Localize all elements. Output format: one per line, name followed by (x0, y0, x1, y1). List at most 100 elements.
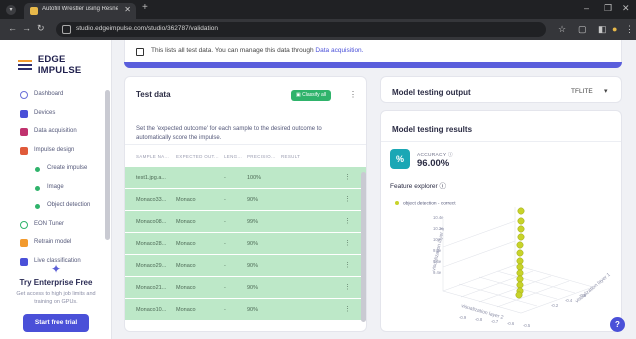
row-menu-icon[interactable]: ⋮ (344, 173, 351, 181)
sidebar-item-eon-tuner[interactable]: EON Tuner (0, 216, 112, 235)
row-menu-icon[interactable]: ⋮ (344, 217, 351, 225)
reload-icon[interactable]: ↻ (37, 23, 45, 34)
dot-icon (35, 185, 40, 191)
close-window-icon[interactable]: ✕ (622, 3, 630, 14)
back-icon[interactable]: ← (8, 23, 17, 33)
cell-precision: 90% (247, 285, 259, 291)
forward-icon[interactable]: → (22, 23, 31, 33)
sidebar-item-object-detection[interactable]: Object detection (0, 197, 112, 216)
sidebar-item-create-impulse[interactable]: Create impulse (0, 160, 112, 179)
enterprise-trial-panel: ✦ Try Enterprise Free Get access to high… (0, 262, 112, 332)
data-acquisition-link[interactable]: Data acquisition. (315, 47, 363, 54)
table-row[interactable]: Monaco29... Monaco - 90% ⋮ (125, 254, 366, 276)
sidebar-item-label: Devices (34, 109, 56, 116)
devices-icon (20, 109, 28, 118)
cell-name: test1.jpg.a... (136, 175, 166, 181)
model-version-select[interactable]: TFLITE (571, 88, 593, 95)
column-header[interactable]: RESULT (281, 154, 300, 159)
extension-icon[interactable]: ▢ (578, 24, 587, 35)
cell-length: - (224, 307, 226, 313)
table-scrollbar[interactable] (361, 172, 366, 322)
sidebar-item-image[interactable]: Image (0, 179, 112, 198)
data-point[interactable] (517, 217, 525, 225)
cell-length: - (224, 285, 226, 291)
sidebar-scrollbar[interactable] (105, 90, 110, 240)
retrain-icon (20, 239, 28, 247)
data-point[interactable] (516, 249, 524, 257)
minimize-icon[interactable]: – (584, 3, 589, 13)
data-point[interactable] (516, 263, 524, 271)
table-row[interactable]: Monaco33... Monaco - 90% ⋮ (125, 188, 366, 210)
table-row[interactable]: Monaco08... Monaco - 99% ⋮ (125, 210, 366, 232)
sidebar-item-data-acquisition[interactable]: Data acquisition (0, 123, 112, 142)
table-row[interactable]: test1.jpg.a... - 100% ⋮ (125, 166, 366, 188)
site-info-icon[interactable] (62, 25, 71, 34)
browser-menu-icon[interactable]: ⋮ (625, 24, 634, 35)
url-field[interactable]: studio.edgeimpulse.com/studio/362787/val… (56, 22, 546, 37)
cell-name: Monaco29... (136, 263, 167, 269)
column-header[interactable]: EXPECTED OUT... (176, 154, 219, 159)
data-point[interactable] (516, 257, 524, 265)
feature-explorer-title: Feature explorer ⓘ (390, 183, 447, 190)
table-row[interactable]: Monaco10... Monaco - 90% ⋮ (125, 298, 366, 320)
restore-icon[interactable]: ❐ (604, 3, 612, 14)
z-tick-label: 10.2e (433, 226, 444, 231)
sidebar-item-label: Image (47, 183, 64, 190)
table-row[interactable]: Monaco21... Monaco - 90% ⋮ (125, 276, 366, 298)
sidebar-item-label: Dashboard (34, 91, 64, 97)
row-menu-icon[interactable]: ⋮ (344, 305, 351, 313)
column-header[interactable]: SAMPLE NA... (136, 154, 169, 159)
test-data-title: Test data (136, 90, 171, 99)
model-testing-results-title: Model testing results (392, 125, 473, 134)
help-icon[interactable]: ? (610, 317, 625, 332)
sidebar-item-label: Impulse design (34, 146, 75, 153)
cell-precision: 99% (247, 219, 259, 225)
accuracy-label: ACCURACY ⓘ (417, 153, 453, 158)
sidebar-item-impulse-design[interactable]: Impulse design (0, 142, 112, 161)
plot-legend[interactable]: object detection - correct (395, 201, 456, 206)
row-menu-icon[interactable]: ⋮ (344, 283, 351, 291)
tab-search-icon[interactable]: ▾ (6, 5, 16, 15)
x-tick-label: -0.9 (459, 315, 467, 320)
sidebar-item-devices[interactable]: Devices (0, 105, 112, 124)
feature-explorer-plot[interactable]: visualization layer 3 visualization laye… (381, 207, 622, 332)
column-header[interactable]: LENG... (224, 154, 242, 159)
test-data-menu-icon[interactable]: ⋮ (349, 90, 357, 99)
edge-impulse-logo[interactable]: EDGE IMPULSE (18, 54, 111, 76)
row-menu-icon[interactable]: ⋮ (344, 239, 351, 247)
y-tick-label: -0.4 (565, 298, 573, 303)
row-menu-icon[interactable]: ⋮ (344, 195, 351, 203)
data-point[interactable] (515, 291, 523, 299)
start-free-trial-button[interactable]: Start free trial (23, 314, 89, 332)
row-menu-icon[interactable]: ⋮ (344, 261, 351, 269)
close-tab-icon[interactable]: ✕ (124, 5, 131, 14)
sidepanel-icon[interactable]: ◧ (598, 24, 607, 35)
x-tick-label: -0.5 (523, 323, 531, 328)
test-data-description: Set the 'expected outcome' for each samp… (136, 126, 322, 141)
brand-name: EDGE IMPULSE (37, 54, 82, 76)
profile-icon[interactable]: ● (612, 24, 617, 34)
sidebar-item-retrain-model[interactable]: Retrain model (0, 234, 112, 253)
column-header[interactable]: PRECISIO... (247, 154, 276, 159)
data-point[interactable] (516, 281, 524, 289)
table-header: SAMPLE NA... EXPECTED OUT... LENG... PRECIS… (125, 144, 366, 166)
cell-precision: 90% (247, 197, 259, 203)
favicon-icon (30, 7, 38, 15)
browser-tab-bar: ▾ Autofill Wrestler using Resnet ✕ + – ❐… (0, 0, 636, 19)
bookmark-star-icon[interactable]: ☆ (558, 24, 566, 35)
data-point[interactable] (516, 241, 524, 249)
percent-icon: % (390, 149, 410, 169)
trial-subtitle: Get access to high job limits and traini… (16, 291, 96, 305)
table-row[interactable]: Monaco28... Monaco - 90% ⋮ (125, 232, 366, 254)
classify-all-button[interactable]: ▣ Classify all (291, 90, 331, 101)
browser-tab[interactable]: Autofill Wrestler using Resnet ✕ (24, 3, 136, 19)
sidebar-item-dashboard[interactable]: Dashboard (0, 86, 112, 105)
data-point[interactable] (517, 207, 525, 215)
data-point[interactable] (517, 233, 525, 241)
data-point[interactable] (517, 225, 525, 233)
data-point[interactable] (516, 269, 524, 277)
data-point[interactable] (516, 275, 524, 283)
new-tab-icon[interactable]: + (142, 2, 148, 13)
chevron-down-icon[interactable]: ▾ (604, 87, 608, 95)
sidebar-item-label: Data acquisition (34, 128, 77, 134)
